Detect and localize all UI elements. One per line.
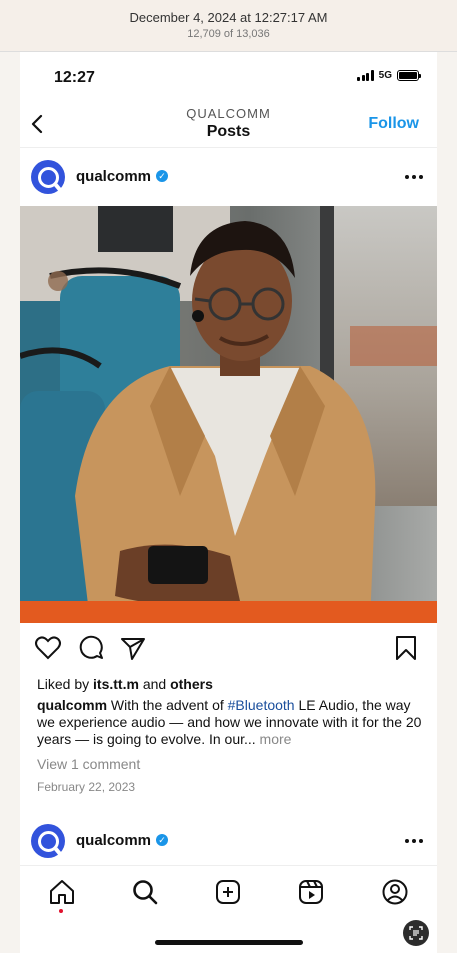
signal-icon: [357, 70, 374, 81]
likes-and: and: [138, 676, 171, 692]
create-icon[interactable]: [214, 878, 242, 906]
post-caption: qualcomm With the advent of #Bluetooth L…: [37, 697, 423, 748]
follow-button[interactable]: Follow: [368, 115, 419, 133]
status-indicators: 5G: [357, 70, 421, 81]
home-indicator: [155, 940, 303, 945]
more-options-icon[interactable]: [405, 175, 423, 179]
likes-line: Liked by its.tt.m and others: [37, 676, 213, 692]
view-comments-link[interactable]: View 1 comment: [37, 756, 140, 772]
reels-icon[interactable]: [297, 878, 325, 906]
heart-icon[interactable]: [34, 634, 62, 662]
status-time: 12:27: [54, 69, 95, 86]
home-icon[interactable]: [48, 878, 76, 906]
profile-icon[interactable]: [381, 878, 409, 906]
post-image[interactable]: [20, 206, 437, 623]
bottom-tab-bar: [20, 865, 437, 920]
avatar[interactable]: [31, 160, 65, 194]
caption-text-start: With the advent of: [107, 697, 228, 713]
phone-screen: 12:27 5G QUALCOMM Posts Follow qualcomm …: [20, 52, 437, 953]
screenshot-meta-bar: December 4, 2024 at 12:27:17 AM 12,709 o…: [0, 0, 457, 52]
liked-by-user-link[interactable]: its.tt.m: [93, 676, 139, 692]
search-icon[interactable]: [131, 878, 159, 906]
hashtag-link[interactable]: #Bluetooth: [228, 697, 295, 713]
verified-badge-icon: ✓: [156, 170, 168, 182]
network-label: 5G: [378, 70, 392, 81]
meta-date: December 4, 2024 at 12:27:17 AM: [129, 10, 328, 25]
post-photo-illustration: [20, 206, 437, 623]
battery-icon: [397, 70, 421, 81]
avatar[interactable]: [31, 824, 65, 858]
screenshot-text-icon[interactable]: [403, 920, 429, 946]
liked-by-others-link[interactable]: others: [170, 676, 213, 692]
share-icon[interactable]: [119, 634, 147, 662]
caption-username[interactable]: qualcomm: [37, 697, 107, 713]
post-username[interactable]: qualcomm: [76, 168, 151, 185]
bookmark-icon[interactable]: [392, 634, 420, 662]
post-header: qualcomm ✓: [20, 151, 437, 206]
back-icon[interactable]: [28, 114, 48, 134]
post-date: February 22, 2023: [37, 780, 136, 794]
caption-more-link[interactable]: more: [256, 731, 292, 747]
comment-icon[interactable]: [77, 634, 105, 662]
status-bar: 12:27 5G: [20, 52, 437, 100]
notification-dot: [59, 909, 63, 913]
verified-badge-icon: ✓: [156, 834, 168, 846]
top-navigation: QUALCOMM Posts Follow: [20, 100, 437, 148]
more-options-icon[interactable]: [405, 839, 423, 843]
post-actions: [20, 634, 437, 664]
next-post-header: qualcomm ✓: [20, 815, 437, 870]
meta-count: 12,709 of 13,036: [187, 28, 270, 40]
likes-prefix: Liked by: [37, 676, 94, 692]
next-post-username[interactable]: qualcomm: [76, 832, 151, 849]
